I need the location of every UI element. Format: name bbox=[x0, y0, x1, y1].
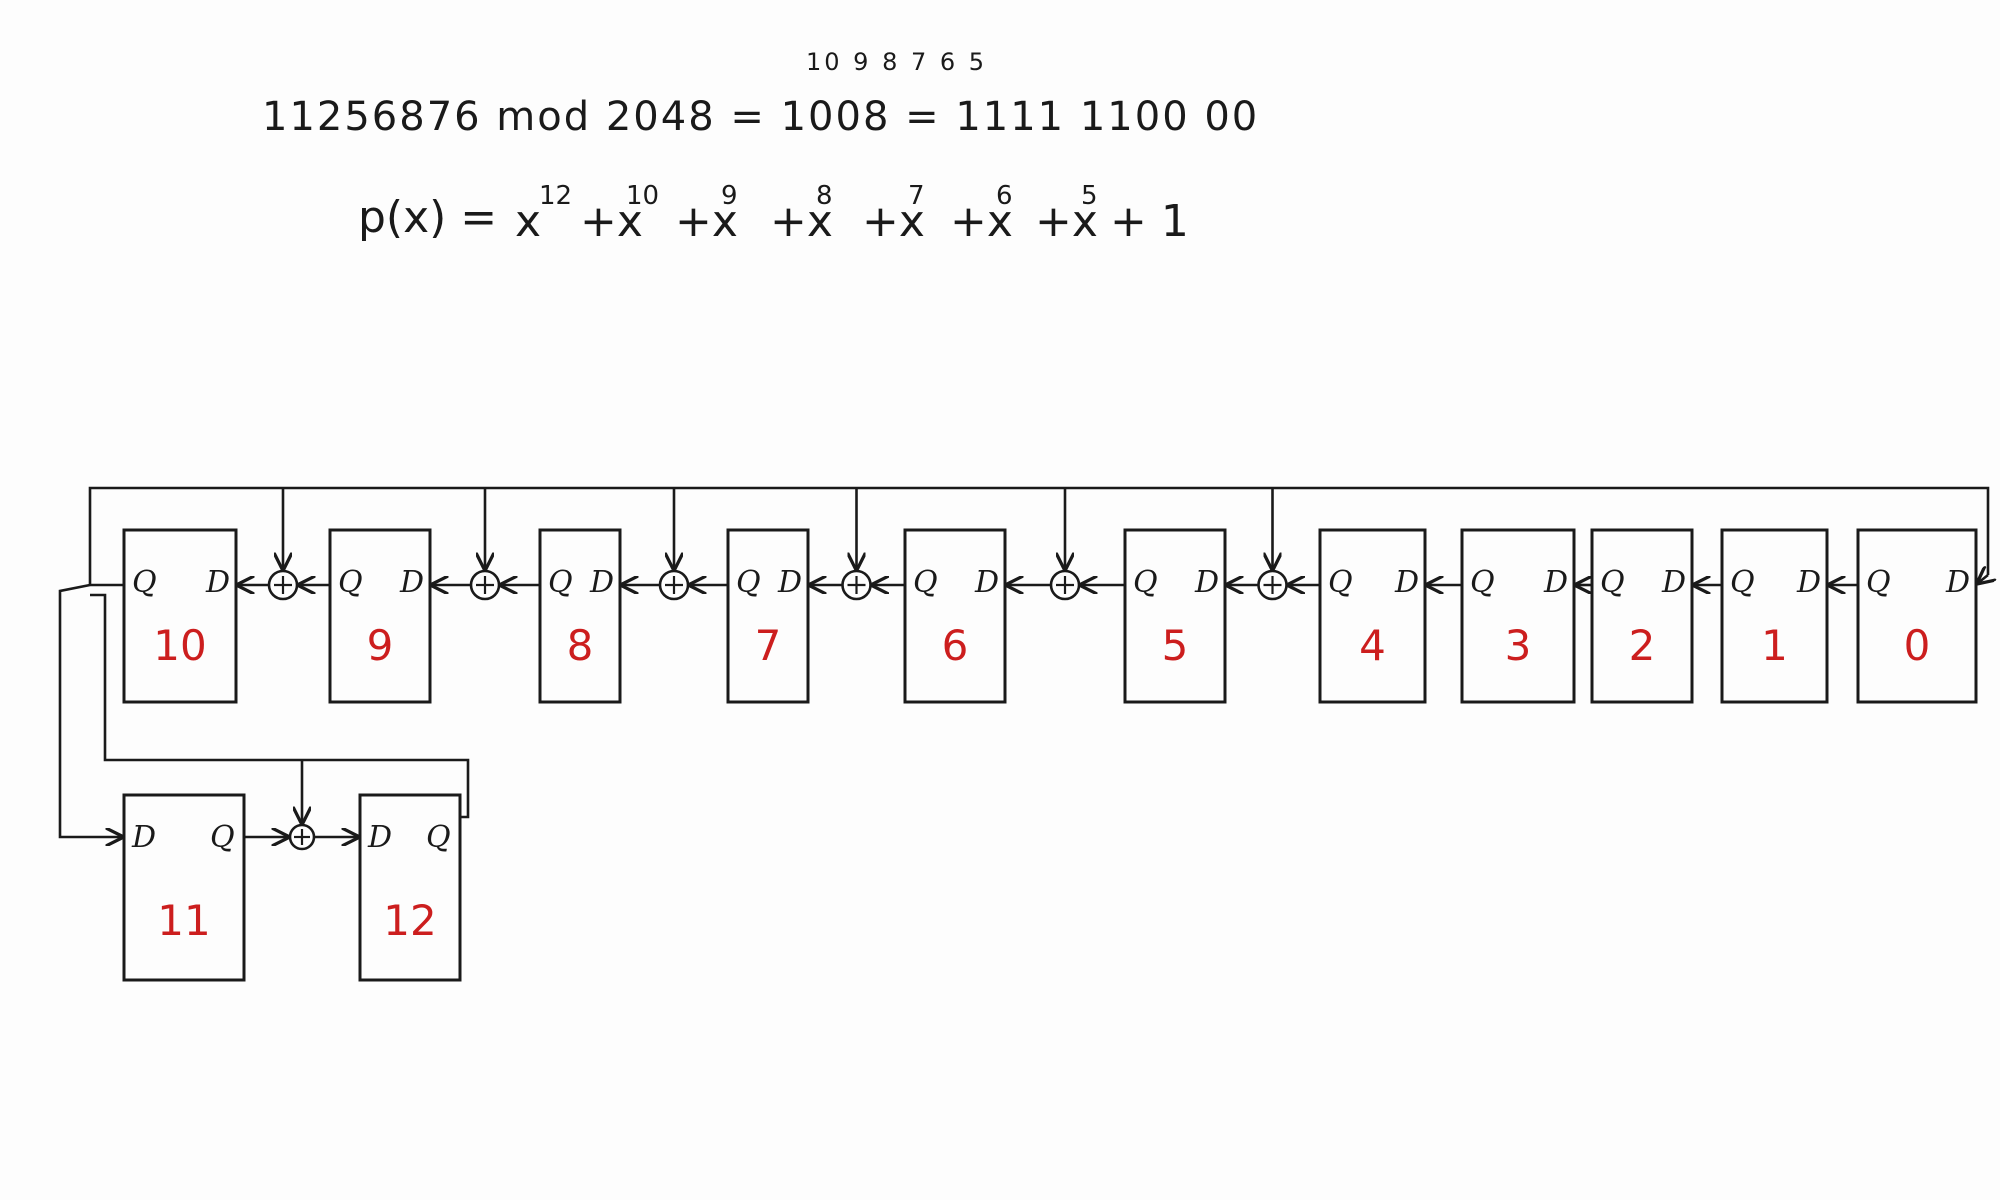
register-box bbox=[1123, 528, 1227, 704]
d-pin-label: D bbox=[1661, 565, 1686, 600]
xor-gate-after-5 bbox=[1257, 569, 1288, 601]
polynomial-exponent-4: 7 bbox=[908, 181, 925, 211]
polynomial-exponent-3: 8 bbox=[816, 181, 833, 211]
d-pin-label: D bbox=[1945, 565, 1970, 600]
register-3: Q D3 bbox=[1460, 528, 1576, 704]
d-pin-label: D bbox=[131, 820, 156, 855]
d-pin-label: D bbox=[1394, 565, 1419, 600]
register-box bbox=[328, 528, 432, 704]
d-pin-label: D bbox=[205, 565, 230, 600]
polynomial-term-7: + 1 bbox=[1110, 196, 1189, 247]
xor-gate-after-11 bbox=[288, 823, 316, 851]
register-box bbox=[1318, 528, 1427, 704]
q-pin-label: Q bbox=[426, 820, 451, 855]
xor-gate-after-7 bbox=[841, 569, 872, 601]
register-number-label: 0 bbox=[1904, 621, 1931, 670]
polynomial: p(x) = x12 +x10 +x9 +x8 +x7 +x6 +x5 + 1 bbox=[358, 181, 1189, 247]
polynomial-exponent-2: 9 bbox=[721, 181, 738, 211]
register-number-label: 10 bbox=[153, 621, 206, 670]
d-pin-label: D bbox=[399, 565, 424, 600]
register-number-label: 7 bbox=[755, 621, 782, 670]
registers: Q D10Q D9Q D8Q D7Q D6Q D5Q D4Q D3Q D2Q D1Q D0D Q11D Q… bbox=[122, 528, 1978, 982]
register-box bbox=[538, 528, 622, 704]
register-6: Q D6 bbox=[903, 528, 1007, 704]
q-pin-label: Q bbox=[1328, 565, 1353, 600]
d-pin-label: D bbox=[1543, 565, 1568, 600]
register-8: Q D 8 bbox=[538, 528, 622, 704]
q-pin-label: Q bbox=[1600, 565, 1625, 600]
register-11: D Q 11 bbox=[122, 793, 246, 982]
register-number-label: 8 bbox=[567, 621, 594, 670]
register-9: Q D9 bbox=[328, 528, 432, 704]
register-number-label: 5 bbox=[1162, 621, 1189, 670]
polynomial-lhs: p(x) = bbox=[358, 192, 497, 243]
feedback-bus bbox=[88, 486, 1990, 585]
d-pin-label: D bbox=[367, 820, 392, 855]
register-box bbox=[1856, 528, 1978, 704]
lfsr-diagram: 11256876 mod 2048 = 1008 = 1111 1100 00 … bbox=[58, 48, 2000, 982]
register-number-label: 11 bbox=[157, 896, 210, 945]
register-2: Q D2 bbox=[1590, 528, 1694, 704]
register-12: D Q 12 bbox=[358, 793, 462, 982]
register-box bbox=[726, 528, 810, 704]
d-pin-label: D bbox=[1796, 565, 1821, 600]
polynomial-exponent-6: 5 bbox=[1081, 181, 1098, 211]
register-number-label: 9 bbox=[367, 621, 394, 670]
register-box bbox=[903, 528, 1007, 704]
q-pin-label: Q bbox=[1730, 565, 1755, 600]
feed-to-register-11 bbox=[58, 583, 122, 837]
register-number-label: 12 bbox=[383, 896, 436, 945]
d-pin-label: D bbox=[1194, 565, 1219, 600]
polynomial-term-0: x bbox=[515, 196, 541, 247]
register-number-label: 2 bbox=[1629, 621, 1656, 670]
exponent-labels: 10 9 8 7 6 5 bbox=[806, 48, 987, 76]
register-box bbox=[122, 528, 238, 704]
register-10: Q D 10 bbox=[122, 528, 238, 704]
polynomial-exponent-1: 10 bbox=[626, 181, 659, 211]
xor-gate-after-9 bbox=[469, 569, 501, 601]
polynomial-exponent-5: 6 bbox=[996, 181, 1013, 211]
register-box bbox=[1460, 528, 1576, 704]
register-number-label: 1 bbox=[1761, 621, 1788, 670]
q-pin-label: Q bbox=[132, 565, 157, 600]
q-pin-label: Q bbox=[1133, 565, 1158, 600]
register-1: Q D1 bbox=[1720, 528, 1829, 704]
xor-gate-after-8 bbox=[658, 569, 690, 601]
q-pin-label: Q bbox=[736, 565, 761, 600]
d-pin-label: D bbox=[589, 565, 614, 600]
wires bbox=[58, 486, 1990, 837]
xor-gate-after-6 bbox=[1049, 569, 1081, 601]
register-box bbox=[1720, 528, 1829, 704]
register-4: Q D4 bbox=[1318, 528, 1427, 704]
register-number-label: 6 bbox=[942, 621, 969, 670]
q-pin-label: Q bbox=[1866, 565, 1891, 600]
equation-line-1: 11256876 mod 2048 = 1008 = 1111 1100 00 bbox=[262, 94, 1259, 140]
register-0: Q D0 bbox=[1856, 528, 1978, 704]
register-number-label: 4 bbox=[1359, 621, 1386, 670]
q-pin-label: Q bbox=[210, 820, 235, 855]
q-pin-label: Q bbox=[913, 565, 938, 600]
q-pin-label: Q bbox=[338, 565, 363, 600]
register-number-label: 3 bbox=[1505, 621, 1532, 670]
xor-gate-after-10 bbox=[267, 569, 299, 601]
q-pin-label: Q bbox=[1470, 565, 1495, 600]
polynomial-exponent-0: 12 bbox=[539, 181, 572, 211]
register-7: Q D 7 bbox=[726, 528, 810, 704]
register-5: Q D5 bbox=[1123, 528, 1227, 704]
register-box bbox=[1590, 528, 1694, 704]
register-12-feedback bbox=[90, 593, 470, 819]
xor-gates bbox=[267, 569, 1288, 851]
feedback-into-register-0 bbox=[1978, 575, 1988, 583]
d-pin-label: D bbox=[777, 565, 802, 600]
d-pin-label: D bbox=[974, 565, 999, 600]
q-pin-label: Q bbox=[548, 565, 573, 600]
